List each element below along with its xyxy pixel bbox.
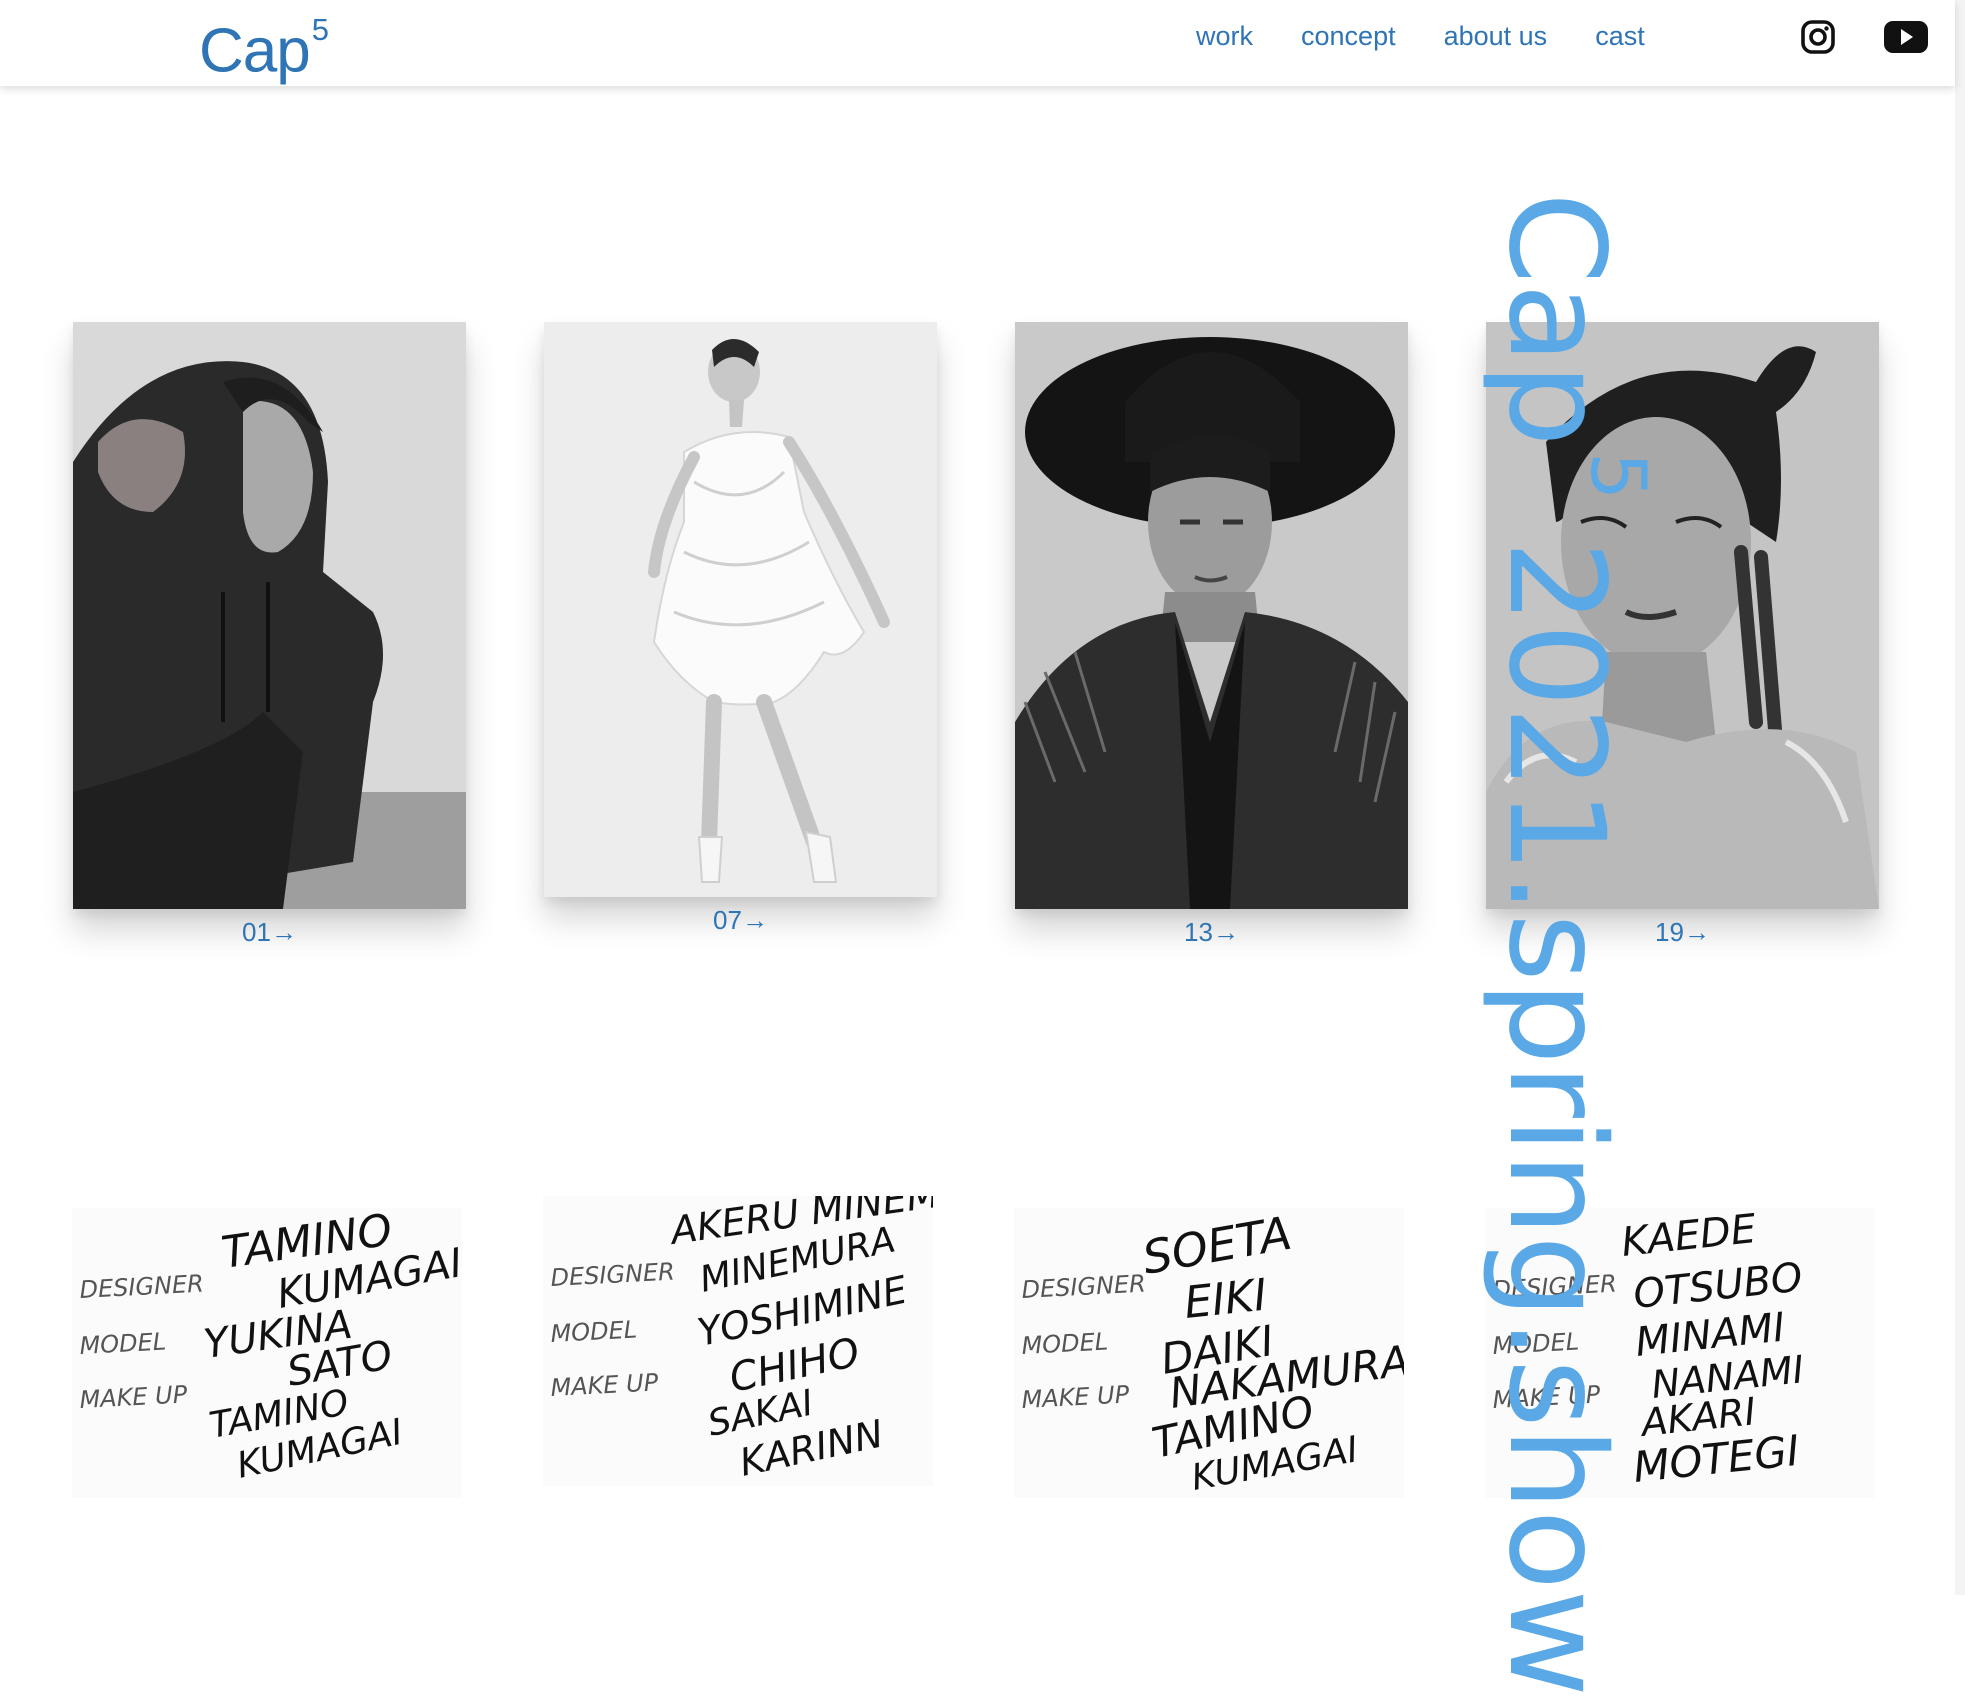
svg-text:DESIGNER: DESIGNER: [550, 1258, 676, 1292]
credit-handwriting-01: DESIGNER MODEL MAKE UP TAMINO KUMAGAI YU…: [79, 1208, 462, 1487]
photo-07-image: [544, 322, 937, 897]
nav-cast[interactable]: cast: [1595, 18, 1645, 54]
svg-text:DESIGNER: DESIGNER: [1021, 1270, 1147, 1304]
vertical-title-rest: 2021.spring.show: [1479, 499, 1633, 1696]
credit-card-13: DESIGNER MODEL MAKE UP SOETA EIKI DAIKI …: [1014, 1208, 1404, 1498]
site-header: Cap5 work concept about us cast: [0, 0, 1955, 86]
svg-text:MODEL: MODEL: [550, 1315, 638, 1347]
main-nav: work concept about us cast: [1196, 18, 1645, 54]
svg-text:DESIGNER: DESIGNER: [79, 1270, 205, 1304]
vertical-show-title: Cap 5 2021.spring.show: [1479, 192, 1663, 1696]
nav-work[interactable]: work: [1196, 18, 1253, 54]
gallery-number-07[interactable]: 07→: [544, 904, 937, 936]
vertical-title-main: Cap: [1479, 192, 1633, 446]
photo-card-13[interactable]: [1015, 322, 1408, 909]
page-scrollbar[interactable]: [1955, 0, 1965, 1595]
svg-text:MAKE UP: MAKE UP: [1021, 1380, 1131, 1414]
gallery-number-13[interactable]: 13→: [1015, 916, 1408, 948]
credit-card-07: DESIGNER MODEL MAKE UP AKERU MINEMURA MI…: [543, 1196, 933, 1486]
photo-card-01[interactable]: [73, 322, 466, 909]
credit-handwriting-07: DESIGNER MODEL MAKE UP AKERU MINEMURA MI…: [550, 1196, 933, 1485]
gallery-number-01[interactable]: 01→: [73, 916, 466, 948]
photo-card-07[interactable]: [544, 322, 937, 897]
photo-13-image: [1015, 322, 1408, 909]
svg-text:MAKE UP: MAKE UP: [79, 1380, 189, 1414]
svg-text:MAKE UP: MAKE UP: [550, 1368, 660, 1402]
photo-01-image: [73, 322, 466, 909]
youtube-icon[interactable]: [1882, 16, 1930, 58]
credit-handwriting-13: DESIGNER MODEL MAKE UP SOETA EIKI DAIKI …: [1021, 1208, 1404, 1498]
instagram-icon[interactable]: [1797, 16, 1839, 58]
logo-superscript: 5: [311, 12, 329, 47]
nav-about-us[interactable]: about us: [1444, 18, 1548, 54]
svg-text:MODEL: MODEL: [1021, 1327, 1109, 1359]
credit-card-01: DESIGNER MODEL MAKE UP TAMINO KUMAGAI YU…: [72, 1208, 462, 1498]
svg-text:MODEL: MODEL: [79, 1327, 167, 1359]
vertical-title-sup: 5: [1574, 451, 1663, 500]
svg-text:SOETA: SOETA: [1139, 1208, 1296, 1285]
logo-text: Cap: [199, 16, 311, 86]
nav-concept[interactable]: concept: [1301, 18, 1396, 54]
site-logo[interactable]: Cap5: [199, 2, 329, 90]
